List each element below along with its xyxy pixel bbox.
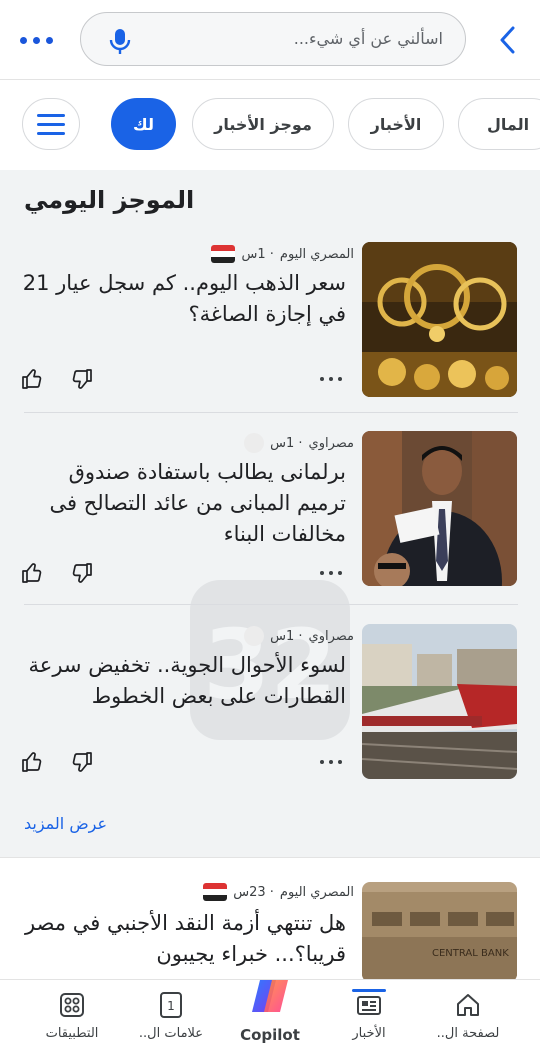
microphone-icon[interactable] (107, 27, 133, 55)
tab-news[interactable]: الأخبار (348, 98, 444, 150)
more-options-icon[interactable] (320, 571, 342, 575)
news-icon (354, 990, 384, 1020)
source-row: المصري اليوم · 23س (203, 882, 354, 902)
thumbs-down-icon[interactable] (70, 561, 94, 585)
category-tabs: المال الأخبار موجز الأخبار لك (0, 80, 540, 170)
search-placeholder: اسألني عن أي شيء... (293, 29, 443, 48)
source-name[interactable]: مصراوي (309, 629, 354, 644)
daily-brief-section: الموجز اليومي 32 المصري اليوم · 1س سعر ا… (0, 170, 540, 856)
article-thumbnail[interactable] (362, 242, 517, 397)
thumbs-down-icon[interactable] (70, 367, 94, 391)
headline[interactable]: سعر الذهب اليوم.. كم سجل عيار 21 في إجاز… (21, 268, 346, 330)
timestamp: · 1س (241, 246, 274, 262)
article-actions (20, 367, 346, 391)
source-logo-icon (203, 883, 228, 901)
active-indicator (352, 989, 386, 992)
tab-money[interactable]: المال (458, 98, 540, 150)
nav-apps[interactable]: التطبيقات (22, 990, 122, 1052)
article-actions (20, 561, 346, 585)
source-row: مصراوي · 1س (244, 626, 354, 646)
list-item[interactable]: مصراوي · 1س برلمانى يطالب باستفادة صندوق… (0, 431, 540, 586)
article-thumbnail[interactable] (362, 431, 517, 586)
headline[interactable]: هل تنتهي أزمة النقد الأجنبي في مصر قريبا… (21, 908, 346, 970)
bottom-navigation: لصفحة ال.. الأخبار Copilot 1 علامات ال.. (0, 979, 540, 1057)
thumbs-up-icon[interactable] (20, 750, 44, 774)
timestamp: · 23س (233, 884, 274, 900)
headline[interactable]: لسوء الأحوال الجوية.. تخفيض سرعة القطارا… (21, 650, 346, 712)
copilot-icon (248, 976, 292, 1016)
divider (24, 604, 518, 605)
tab-for-you[interactable]: لك (111, 98, 176, 150)
nav-news[interactable]: الأخبار (319, 989, 419, 1052)
search-input[interactable]: اسألني عن أي شيء... (80, 12, 466, 66)
thumbs-up-icon[interactable] (20, 561, 44, 585)
svg-text:1: 1 (167, 999, 175, 1013)
source-row: مصراوي · 1س (244, 433, 354, 453)
source-name[interactable]: مصراوي (309, 436, 354, 451)
list-item[interactable]: المصري اليوم · 1س سعر الذهب اليوم.. كم س… (0, 242, 540, 397)
source-row: المصري اليوم · 1س (211, 244, 354, 264)
see-more-link[interactable]: عرض المزيد (24, 814, 107, 833)
source-name[interactable]: المصري اليوم (280, 247, 354, 262)
thumbs-up-icon[interactable] (20, 367, 44, 391)
hamburger-menu-icon[interactable] (22, 98, 80, 150)
top-bar: اسألني عن أي شيء... (0, 0, 540, 80)
source-logo-icon (244, 433, 265, 453)
timestamp: · 1س (270, 435, 303, 451)
more-options-icon[interactable] (320, 377, 342, 381)
back-button[interactable] (492, 22, 522, 58)
section-title: الموجز اليومي (24, 186, 195, 214)
apps-grid-icon (57, 990, 87, 1020)
home-icon (453, 990, 483, 1020)
list-item[interactable]: CENTRAL BANK المصري اليوم · 23س هل تنتهي… (0, 882, 540, 982)
news-feed: CENTRAL BANK المصري اليوم · 23س هل تنتهي… (0, 857, 540, 982)
article-thumbnail[interactable] (362, 624, 517, 779)
source-logo-icon (244, 626, 265, 646)
headline[interactable]: برلمانى يطالب باستفادة صندوق ترميم المبا… (21, 457, 346, 550)
chevron-left-icon (500, 26, 515, 54)
timestamp: · 1س (270, 628, 303, 644)
source-name[interactable]: المصري اليوم (280, 885, 354, 900)
nav-copilot[interactable]: Copilot (220, 980, 320, 1052)
article-actions (20, 750, 346, 774)
more-options-icon[interactable] (320, 760, 342, 764)
nav-tabs[interactable]: 1 علامات ال.. (121, 990, 221, 1052)
article-thumbnail[interactable]: CENTRAL BANK (362, 882, 517, 982)
more-options-icon[interactable] (20, 30, 60, 50)
list-item[interactable]: مصراوي · 1س لسوء الأحوال الجوية.. تخفيض … (0, 624, 540, 779)
tabs-count-icon: 1 (156, 990, 186, 1020)
thumbs-down-icon[interactable] (70, 750, 94, 774)
tab-news-brief[interactable]: موجز الأخبار (192, 98, 334, 150)
svg-text:CENTRAL BANK: CENTRAL BANK (432, 948, 509, 959)
divider (24, 412, 518, 413)
nav-home[interactable]: لصفحة ال.. (418, 990, 518, 1052)
source-logo-icon (211, 245, 236, 263)
